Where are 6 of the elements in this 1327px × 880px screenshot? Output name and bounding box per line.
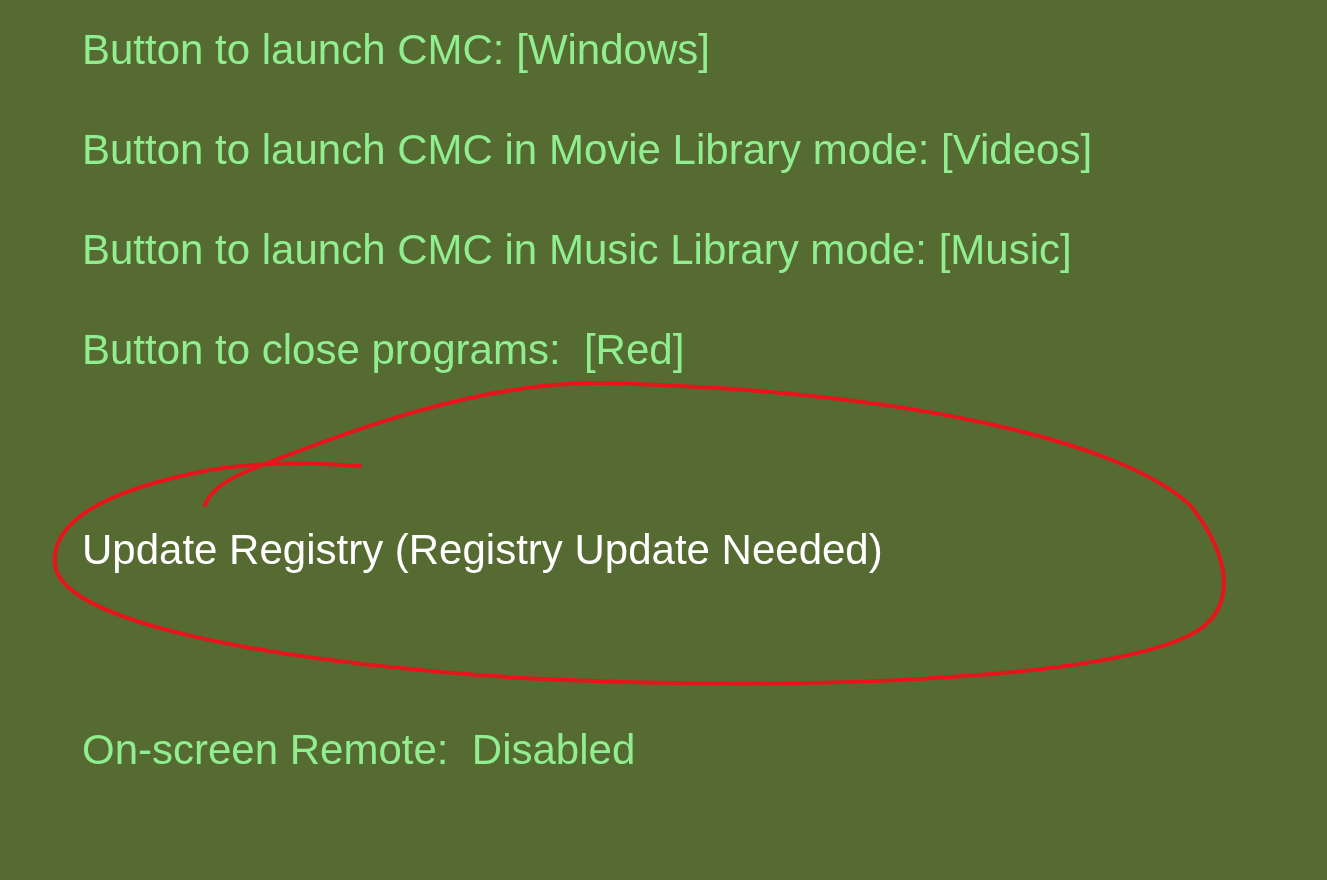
setting-option[interactable]: Button to close programs: [Red] bbox=[82, 300, 685, 400]
setting-option[interactable]: Button to launch CMC in Music Library mode: [Music] bbox=[82, 200, 1072, 300]
setting-option[interactable]: Button to launch CMC: [Windows] bbox=[82, 0, 710, 100]
setting-option[interactable]: On-screen Remote: Disabled bbox=[82, 700, 636, 800]
update-registry-option[interactable]: Update Registry (Registry Update Needed) bbox=[82, 500, 883, 600]
setting-option[interactable]: Button to launch CMC in Movie Library mode: [Videos] bbox=[82, 100, 1093, 200]
